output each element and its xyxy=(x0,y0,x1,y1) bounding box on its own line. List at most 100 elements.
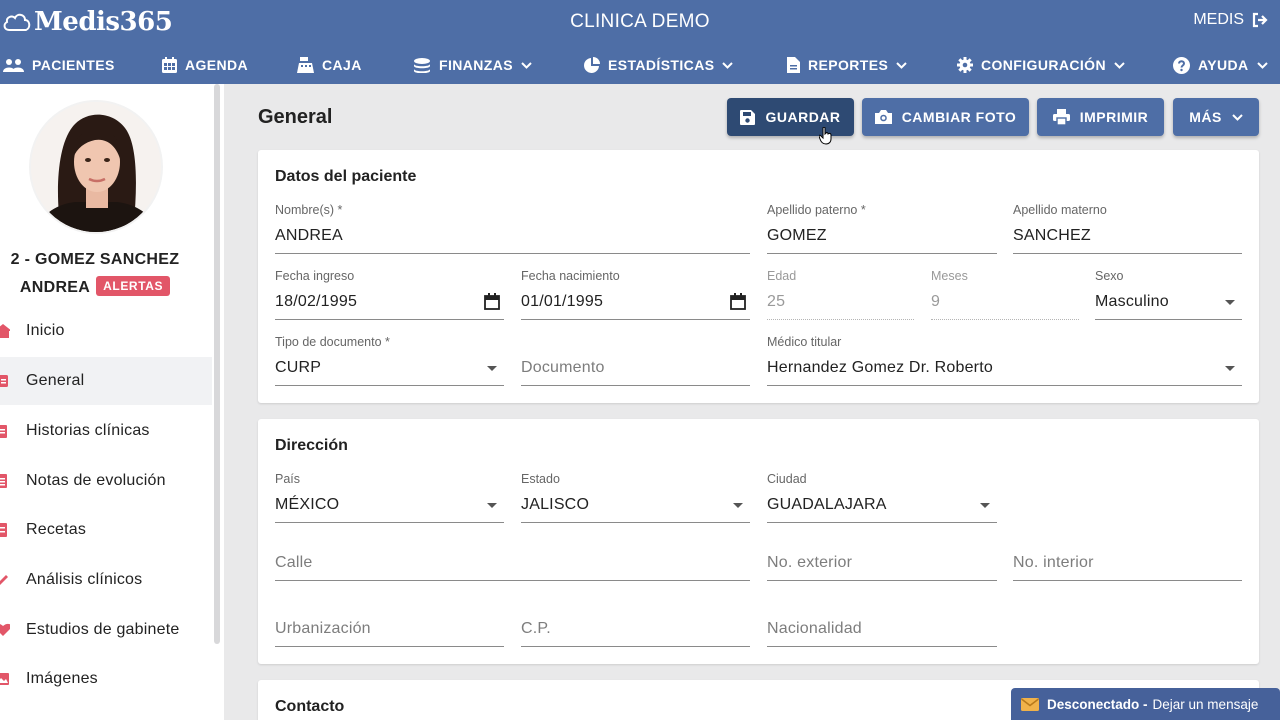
field-label: Médico titular xyxy=(767,335,842,349)
field-value: JALISCO xyxy=(521,496,590,513)
field-placeholder: Calle xyxy=(275,554,313,571)
field-label: Nombre(s) * xyxy=(275,203,343,217)
sidebar-item-label: Historias clínicas xyxy=(26,422,150,439)
field-underline xyxy=(767,253,997,254)
chat-status: Desconectado - xyxy=(1047,696,1148,712)
field-label: Edad xyxy=(767,269,797,283)
users-icon xyxy=(3,59,24,72)
user-menu[interactable]: MEDIS xyxy=(1193,11,1268,29)
tipo-documento-select[interactable]: Tipo de documento * CURP xyxy=(275,335,504,387)
nacionalidad-field[interactable]: Nacionalidad xyxy=(767,596,997,648)
nombre-field[interactable]: Nombre(s) * ANDREA xyxy=(275,203,750,255)
nav-label: AYUDA xyxy=(1198,57,1249,73)
address-title: Dirección xyxy=(275,437,348,454)
no-interior-field[interactable]: No. interior xyxy=(1013,530,1242,582)
sidebar-item-notas-evolucion[interactable]: Notas de evolución xyxy=(0,457,212,505)
field-label: Fecha nacimiento xyxy=(521,269,620,283)
field-value: GUADALAJARA xyxy=(767,496,887,513)
nav-caja[interactable]: CAJA xyxy=(297,46,362,84)
field-label: Fecha ingreso xyxy=(275,269,355,283)
field-underline xyxy=(275,385,504,386)
printer-icon xyxy=(1052,109,1070,125)
field-value: 01/01/1995 xyxy=(521,293,604,310)
sexo-select[interactable]: Sexo Masculino xyxy=(1095,269,1242,321)
ciudad-select[interactable]: Ciudad GUADALAJARA xyxy=(767,472,997,524)
pais-select[interactable]: País MÉXICO xyxy=(275,472,504,524)
patient-first-name: ANDREA xyxy=(19,279,91,296)
sidebar-item-label: Imágenes xyxy=(26,670,98,687)
change-photo-button[interactable]: CAMBIAR FOTO xyxy=(862,98,1029,136)
field-label: Apellido paterno * xyxy=(767,203,866,217)
apellido-materno-field[interactable]: Apellido materno SANCHEZ xyxy=(1013,203,1242,255)
sidebar-item-imagenes[interactable]: Imágenes xyxy=(0,655,212,703)
patient-data-title: Datos del paciente xyxy=(275,168,417,185)
chat-action: Dejar un mensaje xyxy=(1152,696,1259,712)
sidebar-scrollbar[interactable] xyxy=(214,84,220,644)
chevron-down-icon xyxy=(722,61,734,69)
fecha-nacimiento-field[interactable]: Fecha nacimiento 01/01/1995 xyxy=(521,269,750,321)
cp-field[interactable]: C.P. xyxy=(521,596,750,648)
meses-field: Meses 9 xyxy=(931,269,1079,321)
patient-avatar xyxy=(29,100,163,234)
field-underline xyxy=(521,319,750,320)
change-photo-button-label: CAMBIAR FOTO xyxy=(901,109,1017,125)
apellido-paterno-field[interactable]: Apellido paterno * GOMEZ xyxy=(767,203,997,255)
urbanizacion-field[interactable]: Urbanización xyxy=(275,596,504,648)
chat-widget[interactable]: Desconectado - Dejar un mensaje xyxy=(1011,688,1280,720)
clipboard-icon xyxy=(0,425,7,438)
chevron-down-icon xyxy=(521,61,532,69)
field-placeholder: Documento xyxy=(521,359,605,376)
patient-sidebar: 2 - GOMEZ SANCHEZ ANDREA ALERTAS Inicio G… xyxy=(0,84,224,720)
nav-pacientes[interactable]: PACIENTES xyxy=(3,46,115,84)
sidebar-item-label: Análisis clínicos xyxy=(26,571,143,588)
document-icon xyxy=(787,57,800,73)
print-button[interactable]: IMPRIMIR xyxy=(1037,98,1164,136)
field-value: 18/02/1995 xyxy=(275,293,358,310)
dropdown-arrow-icon xyxy=(980,503,990,508)
field-placeholder: Nacionalidad xyxy=(767,620,862,637)
sidebar-item-historias-clinicas[interactable]: Historias clínicas xyxy=(0,407,212,455)
field-underline xyxy=(275,253,750,254)
notes-icon xyxy=(0,474,7,488)
field-value: 25 xyxy=(767,293,786,310)
nav-finanzas[interactable]: FINANZAS xyxy=(413,46,532,84)
fecha-ingreso-field[interactable]: Fecha ingreso 18/02/1995 xyxy=(275,269,504,321)
field-label: País xyxy=(275,472,301,486)
field-underline xyxy=(521,646,750,647)
sidebar-item-label: Estudios de gabinete xyxy=(26,621,180,638)
nav-ayuda[interactable]: AYUDA xyxy=(1173,46,1268,84)
test-tube-icon xyxy=(0,575,8,585)
sidebar-item-analisis-clinicos[interactable]: Análisis clínicos xyxy=(0,556,212,604)
nav-reportes[interactable]: REPORTES xyxy=(787,46,907,84)
documento-field[interactable]: Documento xyxy=(521,335,750,387)
nav-estadisticas[interactable]: ESTADÍSTICAS xyxy=(583,46,734,84)
logout-icon[interactable] xyxy=(1252,12,1268,28)
nav-label: CAJA xyxy=(322,57,362,73)
clinic-name: CLINICA DEMO xyxy=(570,11,710,32)
calendar-icon[interactable] xyxy=(484,293,500,310)
field-value: SANCHEZ xyxy=(1013,227,1091,244)
no-exterior-field[interactable]: No. exterior xyxy=(767,530,997,582)
sidebar-item-estudios-gabinete[interactable]: Estudios de gabinete xyxy=(0,606,212,654)
save-button[interactable]: GUARDAR xyxy=(727,98,854,136)
calle-field[interactable]: Calle xyxy=(275,530,750,582)
more-button[interactable]: MÁS xyxy=(1173,98,1259,136)
field-underline xyxy=(767,385,1242,386)
gear-icon xyxy=(957,57,973,73)
estado-select[interactable]: Estado JALISCO xyxy=(521,472,750,524)
more-button-label: MÁS xyxy=(1189,109,1222,125)
field-label: Meses xyxy=(931,269,968,283)
field-label: Tipo de documento * xyxy=(275,335,390,349)
alerts-badge[interactable]: ALERTAS xyxy=(96,276,171,296)
nav-agenda[interactable]: AGENDA xyxy=(162,46,248,84)
medico-titular-select[interactable]: Médico titular Hernandez Gomez Dr. Rober… xyxy=(767,335,1242,387)
envelope-icon xyxy=(1021,697,1039,711)
sidebar-item-inicio[interactable]: Inicio xyxy=(0,307,212,355)
sidebar-item-recetas[interactable]: Recetas xyxy=(0,506,212,554)
mouse-pointer-icon xyxy=(819,127,832,145)
nav-configuracion[interactable]: CONFIGURACIÓN xyxy=(957,46,1125,84)
dropdown-arrow-icon xyxy=(487,366,497,371)
sidebar-item-general[interactable]: General xyxy=(0,357,212,405)
calendar-icon[interactable] xyxy=(730,293,746,310)
sidebar-item-label: Inicio xyxy=(26,322,65,339)
